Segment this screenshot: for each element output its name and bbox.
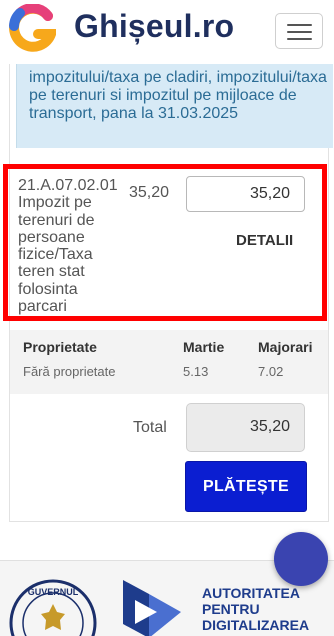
penalties-header: Majorari	[258, 339, 313, 355]
adr-logo-icon	[123, 580, 181, 636]
payment-amount-input[interactable]	[186, 176, 305, 212]
total-label: Total	[133, 419, 167, 436]
brand-name[interactable]: Ghișeul.ro	[74, 8, 234, 45]
tax-amount: 35,20	[129, 184, 170, 201]
adr-line-2: PENTRU	[202, 601, 260, 617]
penalties-value: 7.02	[258, 364, 284, 379]
details-link[interactable]: DETALII	[236, 232, 293, 249]
guvernul-romaniei-seal: GUVERNUL	[9, 579, 97, 636]
adr-name: AUTORITATEA PENTRU DIGITALIZAREA	[202, 585, 309, 633]
month-value: 5.13	[183, 364, 209, 379]
total-value: 35,20	[250, 418, 291, 435]
top-navbar: Ghișeul.ro	[0, 0, 334, 64]
ghiseul-logo-icon[interactable]	[8, 4, 56, 54]
adr-line-1: AUTORITATEA	[202, 585, 300, 601]
info-text: impozitului/taxa pe cladiri, impozitului…	[29, 69, 327, 122]
adr-line-3: DIGITALIZAREA	[202, 617, 310, 633]
property-header: Proprietate	[23, 339, 97, 355]
tax-code-description: 21.A.07.02.01 Impozit pe terenuri de per…	[18, 177, 118, 316]
hamburger-menu-icon[interactable]	[275, 13, 323, 49]
chat-bubble-icon[interactable]	[274, 532, 328, 586]
month-header: Martie	[183, 339, 225, 355]
property-value: Fără proprietate	[23, 364, 116, 379]
pay-button[interactable]: PLĂTEȘTE	[185, 461, 307, 512]
seal-text: GUVERNUL	[28, 587, 79, 597]
info-alert: impozitului/taxa pe cladiri, impozitului…	[16, 64, 333, 148]
